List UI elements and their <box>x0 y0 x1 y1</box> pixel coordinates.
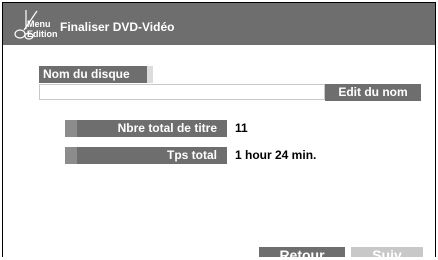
edit-name-button[interactable]: Edit du nom <box>325 84 421 101</box>
disc-name-label: Nom du disque <box>39 66 153 83</box>
total-time-label-bar: Tps total <box>65 147 227 164</box>
total-time-label: Tps total <box>167 148 217 162</box>
next-button[interactable]: Suiv <box>351 247 423 257</box>
total-titles-label-bar: Nbre total de titre <box>65 120 227 137</box>
label-notch <box>65 147 77 164</box>
header-bar: Menu Edition Finaliser DVD-Vidéo <box>3 3 435 45</box>
page-title: Finaliser DVD-Vidéo <box>60 20 175 34</box>
edition-label: Edition <box>27 29 58 39</box>
total-titles-label: Nbre total de titre <box>117 121 217 135</box>
total-titles-value: 11 <box>235 121 248 135</box>
dvd-finalize-screen: Menu Edition Finaliser DVD-Vidéo Nom du … <box>2 2 436 257</box>
content-area: Nom du disque Edit du nom Nbre total de … <box>3 45 435 257</box>
label-notch <box>65 120 77 137</box>
disc-name-field[interactable] <box>39 84 325 100</box>
menu-label: Menu <box>27 19 51 29</box>
back-button[interactable]: Retour <box>259 247 345 257</box>
total-time-value: 1 hour 24 min. <box>235 148 317 162</box>
